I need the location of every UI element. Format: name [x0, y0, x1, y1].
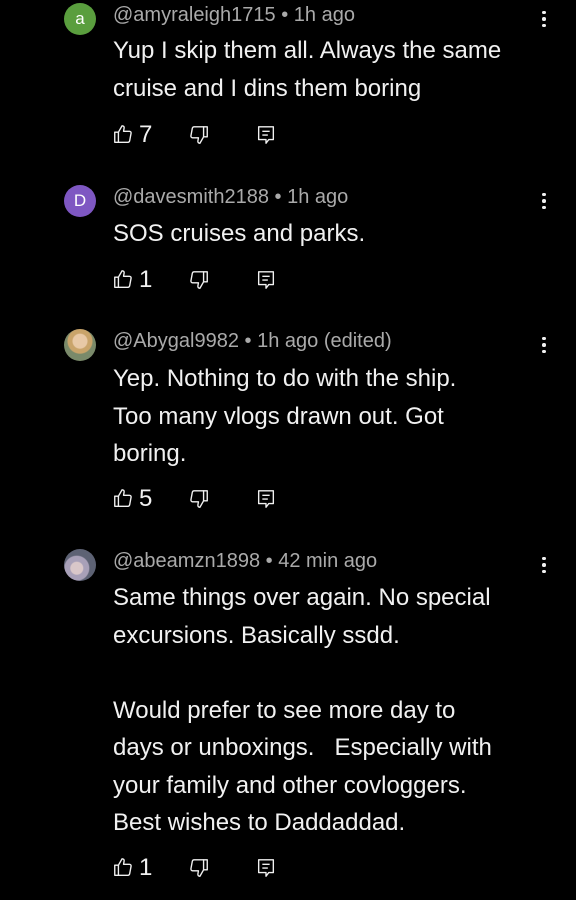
comment-meta: @amyraleigh1715 • 1h ago [113, 4, 355, 27]
author-handle[interactable]: @Abygal9982 [113, 330, 239, 352]
comment-line: SOS cruises and parks. [113, 220, 366, 247]
reply-comment-icon[interactable] [255, 124, 277, 151]
thumbs-up-icon[interactable] [112, 856, 134, 883]
comment-meta: @davesmith2188 • 1h ago [113, 186, 348, 209]
like-count: 1 [139, 854, 153, 881]
like-count: 5 [139, 485, 153, 512]
comment-text: SOS cruises and parks. [113, 215, 543, 253]
comment-line: Too many vlogs drawn out. Got [113, 402, 444, 430]
thumbs-up-icon[interactable] [112, 268, 134, 295]
reply-comment-icon[interactable] [255, 488, 277, 515]
comment-line: Best wishes to Daddaddad. [113, 809, 406, 836]
more-vertical-icon[interactable] [534, 188, 554, 214]
meta-separator: • [265, 550, 273, 572]
meta-separator: • [281, 4, 289, 26]
comment-text: Yep. Nothing to do with the ship. Too ma… [113, 360, 543, 473]
avatar[interactable] [64, 549, 96, 581]
author-handle[interactable]: @amyraleigh1715 [113, 4, 276, 26]
comment-text: Same things over again. No special excur… [113, 579, 543, 842]
comment-line [113, 654, 543, 692]
comment-line: Yup I skip them all. Always the same [113, 37, 502, 64]
comment-meta: @abeamzn1898 • 42 min ago [113, 550, 377, 573]
comment-time: 1h ago [287, 186, 349, 208]
thumbs-down-icon[interactable] [188, 857, 210, 884]
reply-comment-icon[interactable] [255, 857, 277, 884]
author-handle[interactable]: @davesmith2188 [113, 186, 269, 208]
avatar[interactable]: a [64, 3, 96, 35]
comment-actions: 7 [112, 121, 312, 151]
avatar[interactable]: D [64, 185, 96, 217]
thumbs-up-icon[interactable] [112, 123, 134, 150]
comment-line: excursions. Basically ssdd. [113, 621, 400, 649]
comment-line: cruise and I dins them boring [113, 74, 422, 102]
comment-time: 1h ago [293, 4, 355, 26]
comment-line: Yep. Nothing to do with the ship. [113, 365, 457, 392]
meta-separator: • [274, 186, 282, 208]
thumbs-down-icon[interactable] [188, 488, 210, 515]
like-count: 7 [139, 121, 153, 148]
more-vertical-icon[interactable] [534, 552, 554, 578]
comment-line: your family and other covloggers. [113, 771, 467, 799]
author-handle[interactable]: @abeamzn1898 [113, 550, 260, 572]
thumbs-down-icon[interactable] [188, 124, 210, 151]
comment-text: Yup I skip them all. Always the same cru… [113, 32, 543, 107]
comment-meta: @Abygal9982 • 1h ago (edited) [113, 330, 392, 353]
comment-time: 1h ago (edited) [257, 330, 392, 352]
more-vertical-icon[interactable] [534, 6, 554, 32]
meta-separator: • [244, 330, 252, 352]
comment-actions: 1 [112, 854, 312, 884]
comment-line: boring. [113, 440, 187, 467]
comment-line: days or unboxings. Especially with [113, 734, 492, 761]
more-vertical-icon[interactable] [534, 332, 554, 358]
comment-time: 42 min ago [278, 550, 378, 572]
comment-actions: 5 [112, 485, 312, 515]
like-count: 1 [139, 266, 153, 293]
thumbs-up-icon[interactable] [112, 487, 134, 514]
comment-line: Same things over again. No special [113, 584, 491, 611]
comment-actions: 1 [112, 266, 312, 296]
comment-line: Would prefer to see more day to [113, 696, 456, 724]
thumbs-down-icon[interactable] [188, 269, 210, 296]
avatar[interactable] [64, 329, 96, 361]
reply-comment-icon[interactable] [255, 269, 277, 296]
